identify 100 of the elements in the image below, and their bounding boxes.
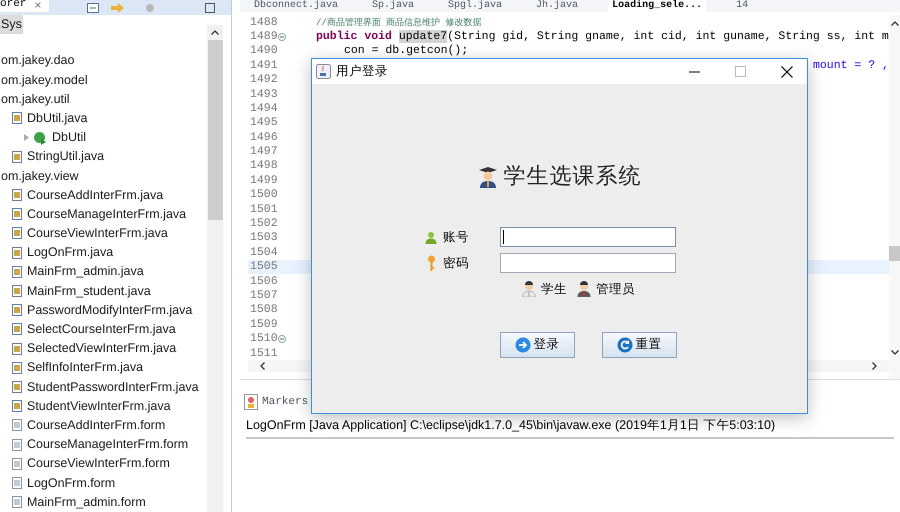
- line-number: 1493: [249, 86, 278, 103]
- line-number: 1499: [249, 172, 278, 189]
- tree-item[interactable]: om.jakey.view: [0, 166, 80, 186]
- dialog-button[interactable]: 登录: [500, 332, 574, 358]
- tree-item[interactable]: SelfInfoInterFrm.java: [26, 358, 144, 378]
- editor-tab[interactable]: Sp.java: [368, 0, 418, 12]
- java-file-icon: [12, 380, 22, 393]
- tree-item[interactable]: DbUtil.java: [26, 108, 88, 128]
- tree-item[interactable]: om.jakey.dao: [0, 51, 76, 70]
- line-number: 1498: [249, 158, 278, 174]
- tree-item[interactable]: DbUtil: [51, 128, 88, 147]
- window-title: 用户登录: [336, 63, 388, 80]
- tree-item[interactable]: StudentViewInterFrm.java: [26, 396, 172, 416]
- java-file-icon: [12, 150, 22, 163]
- tree-item[interactable]: CourseViewInterFrm.form: [26, 454, 171, 474]
- tree-item[interactable]: MainFrm_admin.form: [26, 492, 147, 512]
- tree-item[interactable]: LogOnFrm.form: [26, 474, 116, 492]
- tree-item[interactable]: om.jakey.util: [0, 90, 71, 109]
- java-file-icon: [12, 362, 22, 374]
- maximize-icon[interactable]: [205, 2, 216, 12]
- tree-item[interactable]: PasswordModifyInterFrm.java: [26, 300, 194, 320]
- close-icon[interactable]: ×: [34, 0, 42, 10]
- java-file-icon: [12, 266, 22, 278]
- line-number: 1497: [249, 144, 278, 160]
- tree-item[interactable]: MainFrm_student.java: [26, 282, 152, 300]
- editor-tab[interactable]: 14: [732, 0, 752, 12]
- line-number: 1495: [249, 115, 278, 132]
- form-file-icon: [12, 458, 22, 470]
- line-number: 1492: [249, 72, 278, 88]
- line-number: 1509: [249, 316, 278, 333]
- line-number: 1508: [249, 302, 278, 318]
- line-number: 1510: [249, 331, 278, 348]
- code-comment: //商品管理界面 商品信息维护 修改数据: [316, 18, 482, 28]
- line-number: 1504: [249, 244, 278, 261]
- role-option[interactable]: 管理员: [596, 280, 635, 299]
- tree-item[interactable]: MainFrm_admin.java: [26, 262, 145, 282]
- role-option[interactable]: 学生: [541, 280, 567, 299]
- java-file-icon: [12, 208, 22, 220]
- tree-item[interactable]: SelectCourseInterFrm.java: [26, 320, 177, 339]
- line-number: 1488: [249, 14, 278, 31]
- line-number: 1511: [249, 346, 278, 362]
- view-tab[interactable]: orer: [0, 0, 26, 10]
- editor-tab[interactable]: Jh.java: [532, 0, 582, 12]
- tree-item[interactable]: CourseManageInterFrm.java: [26, 204, 188, 224]
- editor-tab[interactable]: Loading_sele...: [608, 0, 706, 12]
- scrollbar-thumb[interactable]: [888, 246, 900, 261]
- line-number: 1506: [249, 274, 278, 290]
- tree-item[interactable]: StringUtil.java: [26, 147, 106, 166]
- line-number: 1494: [249, 100, 278, 117]
- scrollbar-thumb[interactable]: [208, 40, 222, 220]
- fold-toggle-icon[interactable]: [278, 32, 286, 41]
- form-file-icon: [12, 419, 22, 432]
- tree-item[interactable]: LogOnFrm.java: [26, 243, 114, 262]
- line-number: 1490: [249, 43, 278, 60]
- tree-item[interactable]: SelectedViewInterFrm.java: [26, 339, 178, 358]
- class-icon: [33, 130, 47, 145]
- scrollbar[interactable]: [207, 25, 223, 512]
- key-icon: [426, 254, 436, 272]
- java-file-icon: [12, 285, 22, 298]
- view-tab[interactable]: Markers: [262, 394, 308, 410]
- form-file-icon: [12, 438, 22, 451]
- form-file-icon: [12, 496, 22, 508]
- tree-item[interactable]: CourseViewInterFrm.java: [26, 224, 169, 243]
- tree-item[interactable]: StudentPasswordInterFrm.java: [26, 378, 200, 396]
- java-file-icon: [12, 323, 22, 336]
- input-field[interactable]: [500, 253, 676, 273]
- java-file-icon: [12, 400, 22, 412]
- dialog-button[interactable]: 重置: [602, 332, 676, 358]
- person-icon: [577, 281, 591, 298]
- reset-icon: [616, 336, 632, 353]
- collapse-icon[interactable]: [87, 2, 100, 12]
- java-file-icon: [12, 304, 22, 316]
- app-heading: 学生选课系统: [504, 163, 642, 191]
- fold-toggle-icon[interactable]: [278, 334, 286, 343]
- form-file-icon: [12, 476, 22, 489]
- vertical-scrollbar[interactable]: [888, 15, 900, 379]
- person-icon: [522, 281, 536, 298]
- tree-item[interactable]: Sys: [0, 15, 23, 34]
- line-number: 1502: [249, 216, 278, 232]
- input-field[interactable]: [500, 227, 676, 247]
- java-file-icon: [12, 342, 22, 355]
- line-number: 1489: [249, 28, 278, 45]
- graduate-icon: [478, 166, 498, 188]
- code-line: mount = ? ,: [813, 58, 889, 72]
- tree-item[interactable]: CourseAddInterFrm.java: [26, 186, 164, 204]
- line-number: 1491: [249, 58, 278, 74]
- code-line: public void update7(String gid, String gname, int cid, int guname, String ss, int m: [316, 30, 889, 43]
- line-number: 1503: [249, 230, 278, 246]
- line-number: 1507: [249, 288, 278, 304]
- line-number: 1505: [249, 259, 278, 276]
- field-label: 账号: [443, 228, 469, 246]
- tree-item[interactable]: om.jakey.model: [0, 70, 89, 90]
- line-number: 1500: [249, 187, 278, 204]
- tree-item[interactable]: CourseManageInterFrm.form: [26, 435, 190, 454]
- java-file-icon: [12, 227, 22, 240]
- editor-tab[interactable]: Dbconnect.java: [250, 0, 342, 12]
- tree-item[interactable]: CourseAddInterFrm.form: [26, 416, 166, 435]
- close-icon[interactable]: [781, 66, 793, 78]
- editor-tab[interactable]: Spgl.java: [444, 0, 506, 12]
- line-number: 1496: [249, 130, 278, 146]
